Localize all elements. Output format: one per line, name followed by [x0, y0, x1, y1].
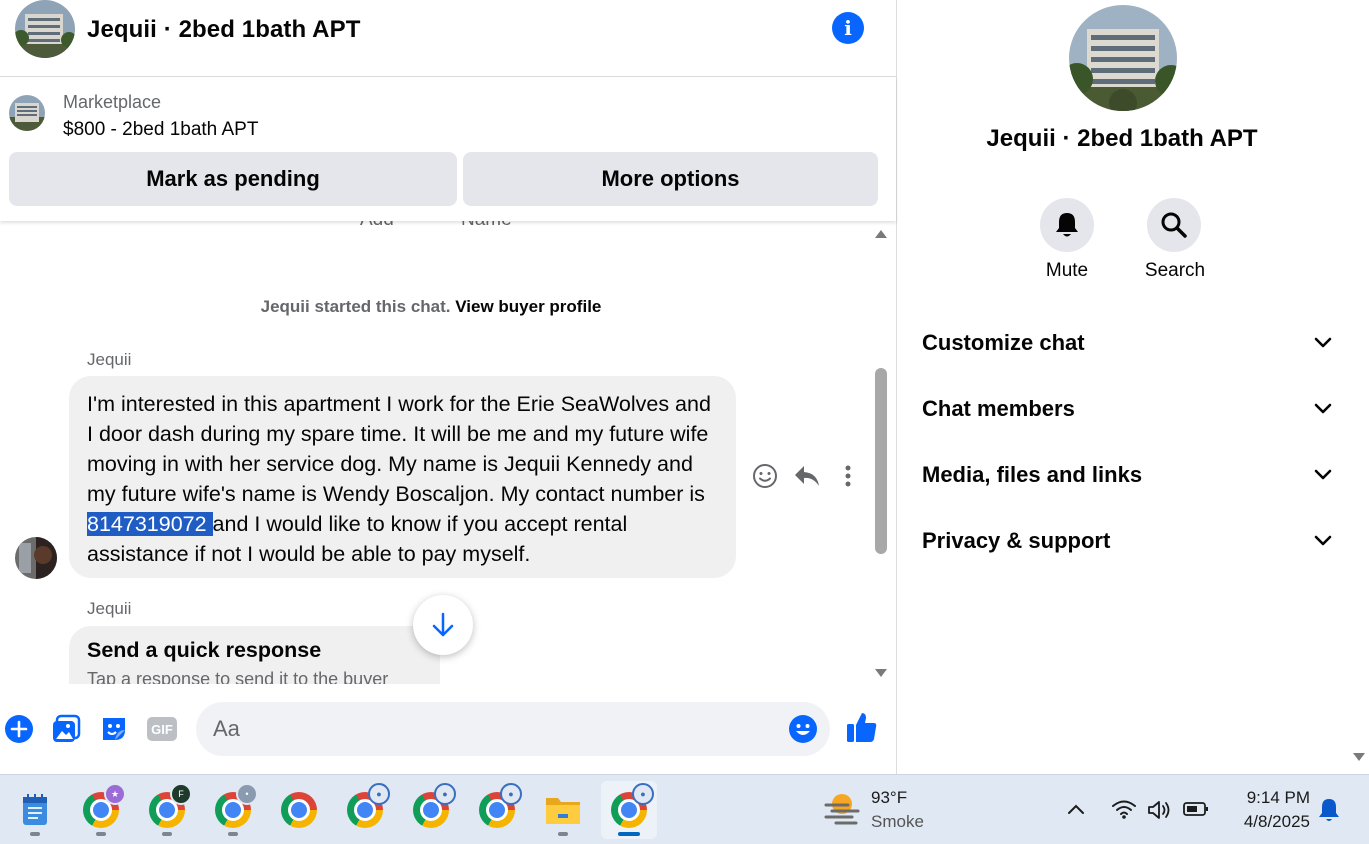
like-icon[interactable]	[845, 710, 879, 744]
scroll-up-arrow-icon[interactable]	[874, 229, 888, 239]
listing-avatar[interactable]	[15, 0, 75, 58]
wifi-icon[interactable]	[1111, 798, 1137, 825]
listing-price-title[interactable]: $800 - 2bed 1bath APT	[63, 119, 258, 141]
notification-bell-icon[interactable]	[1318, 797, 1340, 828]
started-text: Jequii started this chat.	[260, 297, 451, 316]
haze-icon	[824, 794, 860, 825]
message-input[interactable]	[213, 714, 773, 744]
running-indicator	[558, 832, 568, 836]
search-button[interactable]	[1147, 198, 1201, 252]
cut-off-label: Add	[360, 221, 394, 231]
chat-header: Jequii · 2bed 1bath APT i	[0, 0, 896, 77]
chevron-down-icon	[1314, 535, 1332, 546]
quick-response-subtitle: Tap a response to send it to the buyer	[87, 669, 389, 684]
section-label: Privacy & support	[922, 528, 1111, 553]
cut-off-label: Name	[461, 221, 512, 231]
notepad-app-icon[interactable]	[7, 781, 63, 839]
chevron-down-icon	[1314, 403, 1332, 414]
react-icon[interactable]	[750, 461, 780, 491]
chat-details-panel: Jequii · 2bed 1bath APT Mute Search Cust…	[896, 0, 1369, 774]
chat-pane: Jequii · 2bed 1bath APT i Marketplace $8…	[0, 0, 896, 774]
mute-button[interactable]	[1040, 198, 1094, 252]
chat-title[interactable]: Jequii · 2bed 1bath APT	[87, 16, 360, 44]
chevron-down-icon	[1314, 469, 1332, 480]
running-indicator	[228, 832, 238, 836]
quick-response-title: Send a quick response	[87, 638, 322, 662]
chevron-down-icon	[1314, 337, 1332, 348]
active-indicator	[618, 832, 640, 836]
weather-temperature: 93°F	[871, 788, 908, 807]
marketplace-banner: Marketplace $800 - 2bed 1bath APT Mark a…	[0, 77, 896, 221]
chrome-profile-1-icon[interactable]: ★	[73, 781, 129, 839]
chrome-active-window-icon[interactable]: ●	[601, 781, 657, 839]
weather-widget[interactable]: 93°F Smoke	[822, 787, 924, 832]
privacy-support-section[interactable]: Privacy & support	[922, 521, 1332, 561]
running-indicator	[96, 832, 106, 836]
sender-name: Jequii	[87, 350, 132, 369]
chrome-app-icon[interactable]	[271, 781, 327, 839]
info-icon[interactable]: i	[832, 12, 864, 44]
marketplace-label: Marketplace	[63, 92, 162, 112]
sender-name: Jequii	[87, 599, 132, 618]
chrome-profile-4-icon[interactable]: ●	[337, 781, 393, 839]
chrome-profile-5-icon[interactable]: ●	[403, 781, 459, 839]
chrome-profile-6-icon[interactable]: ●	[469, 781, 525, 839]
panel-scroll-down-arrow-icon[interactable]	[1352, 752, 1366, 762]
scrollbar-thumb[interactable]	[875, 368, 887, 554]
message-text: I'm interested in this apartment I work …	[87, 392, 711, 506]
selected-phone-number[interactable]: 8147319072	[87, 512, 213, 536]
chat-members-section[interactable]: Chat members	[922, 389, 1332, 429]
scroll-down-arrow-icon[interactable]	[874, 668, 888, 678]
system-clock[interactable]: 9:14 PM 4/8/2025	[1230, 786, 1310, 834]
file-explorer-icon[interactable]	[535, 781, 591, 839]
arrow-down-icon	[432, 612, 454, 637]
listing-thumbnail[interactable]	[9, 95, 45, 131]
scroll-to-bottom-button[interactable]	[413, 595, 473, 655]
more-actions-icon[interactable]	[838, 461, 858, 491]
emoji-icon[interactable]	[788, 714, 818, 749]
reply-icon[interactable]	[792, 461, 822, 491]
gif-icon[interactable]: GIF	[145, 712, 179, 746]
running-indicator	[162, 832, 172, 836]
mark-as-pending-button[interactable]: Mark as pending	[9, 152, 457, 206]
chrome-profile-2-icon[interactable]: F	[139, 781, 195, 839]
media-files-links-section[interactable]: Media, files and links	[922, 455, 1332, 495]
search-label[interactable]: Search	[1130, 260, 1220, 282]
section-label: Customize chat	[922, 330, 1085, 355]
side-title: Jequii · 2bed 1bath APT	[986, 125, 1258, 152]
section-label: Chat members	[922, 396, 1075, 421]
clock-time: 9:14 PM	[1246, 788, 1310, 807]
more-options-button[interactable]: More options	[463, 152, 878, 206]
messenger-app: Jequii · 2bed 1bath APT i Marketplace $8…	[0, 0, 1369, 774]
weather-description: Smoke	[871, 812, 924, 831]
sticker-icon[interactable]	[97, 712, 131, 746]
chrome-profile-3-icon[interactable]: •	[205, 781, 261, 839]
message-input-box[interactable]	[196, 702, 830, 756]
sender-avatar[interactable]	[15, 537, 57, 579]
search-icon	[1161, 212, 1187, 238]
message-bubble[interactable]: I'm interested in this apartment I work …	[69, 376, 736, 578]
view-buyer-profile-link[interactable]: View buyer profile	[455, 297, 601, 316]
running-indicator	[30, 832, 40, 836]
listing-avatar-large[interactable]	[1069, 5, 1177, 111]
chevron-up-icon[interactable]	[1067, 802, 1085, 820]
plus-icon[interactable]	[2, 712, 36, 746]
svg-text:GIF: GIF	[151, 722, 173, 737]
customize-chat-section[interactable]: Customize chat	[922, 323, 1332, 363]
message-scrollbar[interactable]	[870, 221, 892, 684]
composer: GIF	[0, 684, 896, 774]
quick-response-card[interactable]: Send a quick response Tap a response to …	[69, 626, 440, 684]
bell-icon	[1056, 213, 1078, 237]
mute-label[interactable]: Mute	[1022, 260, 1112, 282]
chat-started-notice: Jequii started this chat. View buyer pro…	[0, 297, 862, 317]
volume-icon[interactable]	[1147, 799, 1173, 826]
photo-icon[interactable]	[49, 712, 83, 746]
clock-date: 4/8/2025	[1243, 812, 1310, 831]
windows-taskbar: ★ F • ● ● ● ● 93°F Smoke 9:14 PM 4/8/202…	[0, 774, 1369, 844]
battery-icon[interactable]	[1183, 801, 1209, 822]
section-label: Media, files and links	[922, 462, 1143, 487]
